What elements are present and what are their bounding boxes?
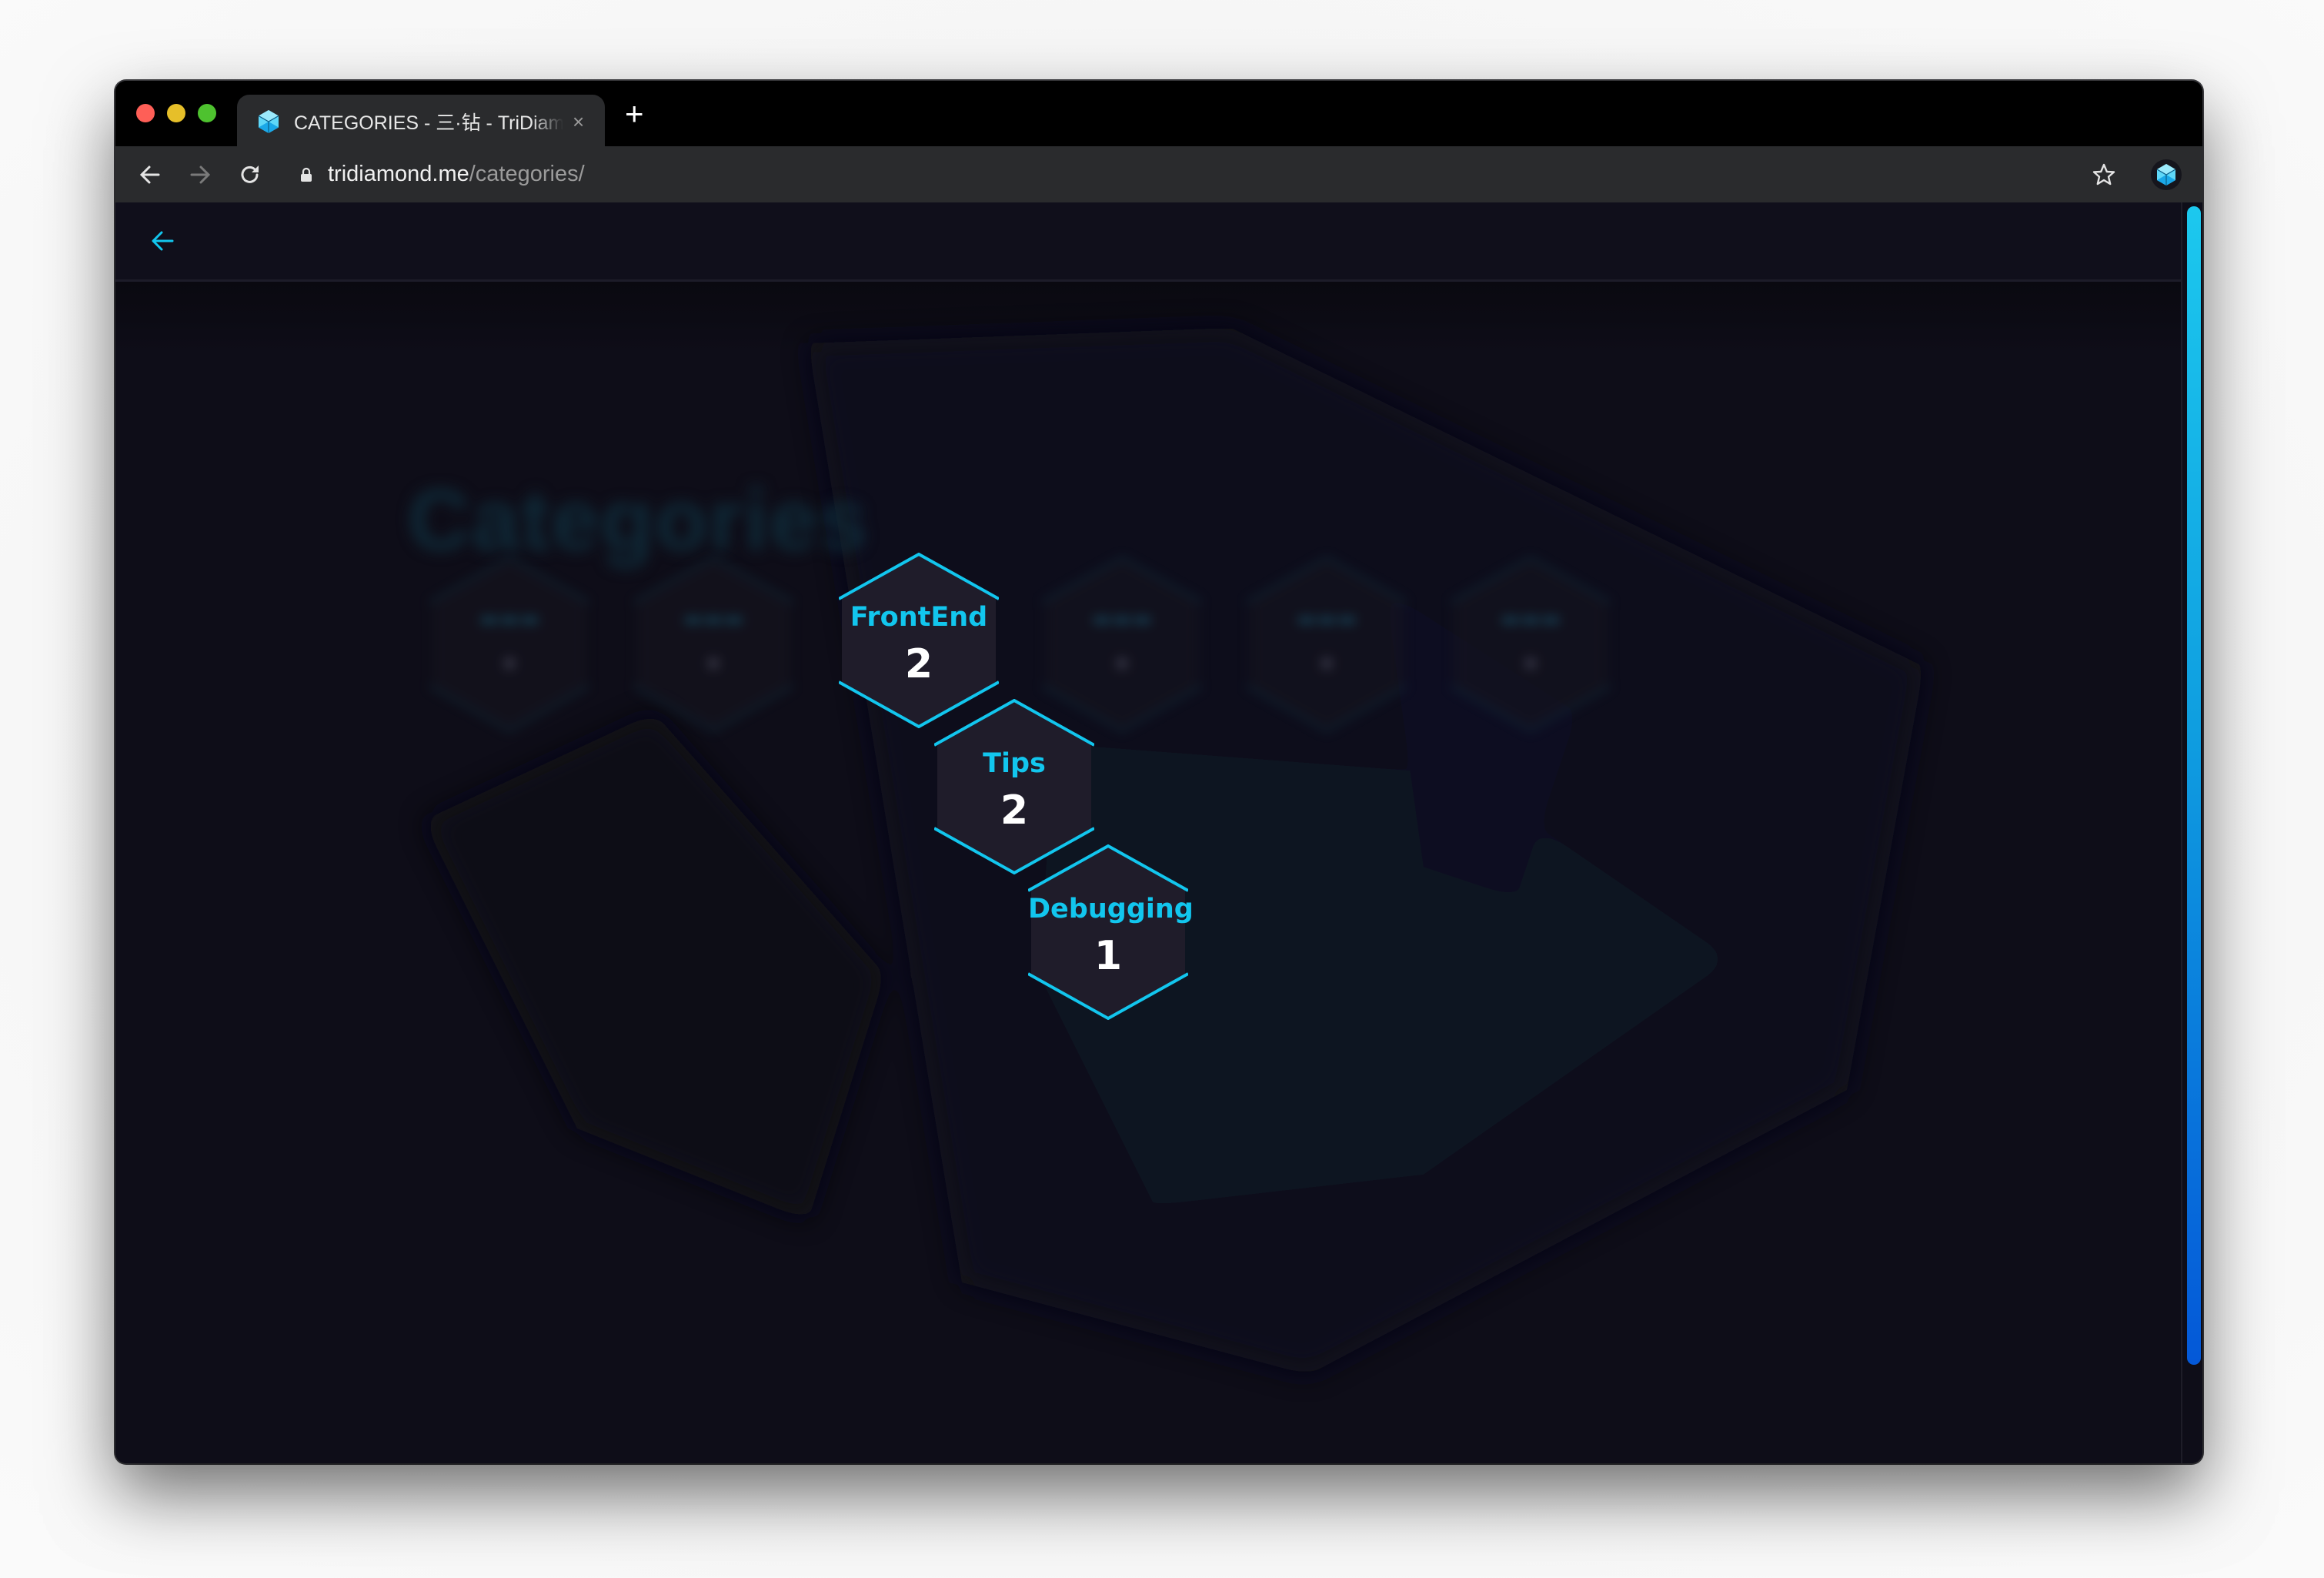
category-count: 2	[1000, 787, 1029, 834]
blurred-category-hex: ▬▬▬ •	[1247, 557, 1407, 732]
maximize-window-button[interactable]	[198, 104, 216, 122]
close-window-button[interactable]	[136, 104, 155, 122]
blurred-category-hex: ▬▬▬ •	[633, 557, 793, 732]
blurred-category-count: •	[1110, 645, 1134, 684]
star-icon	[2092, 163, 2115, 185]
blurred-category-label: ▬▬▬	[683, 606, 744, 631]
arrow-left-icon[interactable]	[146, 226, 180, 256]
bookmark-button[interactable]	[2087, 146, 2121, 202]
close-tab-icon[interactable]: ×	[573, 112, 584, 132]
blurred-category-count: •	[498, 645, 521, 684]
arrow-right-icon	[190, 165, 211, 183]
scrollbar-thumb[interactable]	[2187, 206, 2201, 1365]
tridiamond-cube-icon	[258, 110, 279, 133]
arrow-left-icon	[139, 165, 160, 183]
minimize-window-button[interactable]	[167, 104, 185, 122]
category-label: Debugging	[1028, 894, 1194, 924]
forward-button[interactable]	[183, 146, 217, 202]
address-bar[interactable]: tridiamond.me/categories/	[300, 146, 585, 202]
category-count: 1	[1094, 933, 1123, 979]
blurred-category-count: •	[702, 645, 725, 684]
extension-button[interactable]	[2149, 146, 2183, 202]
blurred-category-count: •	[1519, 645, 1542, 684]
browser-tab[interactable]: CATEGORIES - 三·钻 - TriDiamond ×	[237, 95, 605, 149]
url-host: tridiamond.me	[328, 162, 469, 186]
tab-bar: CATEGORIES - 三·钻 - TriDiamond × +	[115, 81, 2202, 149]
blurred-category-hex: ▬▬▬ •	[1451, 557, 1611, 732]
tab-title: CATEGORIES - 三·钻 - TriDiamond	[294, 112, 563, 134]
blurred-category-label: ▬▬▬	[1091, 606, 1153, 631]
lock-icon	[301, 167, 312, 182]
category-count: 2	[904, 641, 933, 687]
reload-button[interactable]	[233, 146, 267, 202]
browser-menu-button[interactable]	[2201, 146, 2202, 202]
blurred-category-label: ▬▬▬	[1296, 606, 1357, 631]
browser-toolbar: tridiamond.me/categories/	[115, 146, 2202, 202]
url-path: /categories/	[469, 162, 585, 186]
category-hex-debugging[interactable]: Debugging 1	[1028, 844, 1194, 1020]
page-header	[115, 202, 2182, 282]
blurred-category-label: ▬▬▬	[1500, 606, 1561, 631]
page-content: Categories ▬▬▬ • ▬▬▬ • ▬▬▬ • ▬▬▬ • ▬▬▬ • Fro	[115, 202, 2202, 1463]
reload-icon	[241, 165, 259, 183]
scrollbar[interactable]	[2181, 202, 2202, 1463]
blurred-category-label: ▬▬▬	[479, 606, 540, 631]
back-button[interactable]	[133, 146, 167, 202]
new-tab-button[interactable]: +	[625, 98, 644, 130]
blurred-category-count: •	[1315, 645, 1338, 684]
category-label: Tips	[983, 748, 1046, 779]
page-title: Categories	[408, 472, 869, 568]
browser-window: CATEGORIES - 三·钻 - TriDiamond × +	[115, 81, 2202, 1463]
blurred-category-hex: ▬▬▬ •	[429, 557, 589, 732]
tridiamond-extension-icon	[2151, 159, 2182, 190]
category-label: FrontEnd	[850, 602, 988, 633]
